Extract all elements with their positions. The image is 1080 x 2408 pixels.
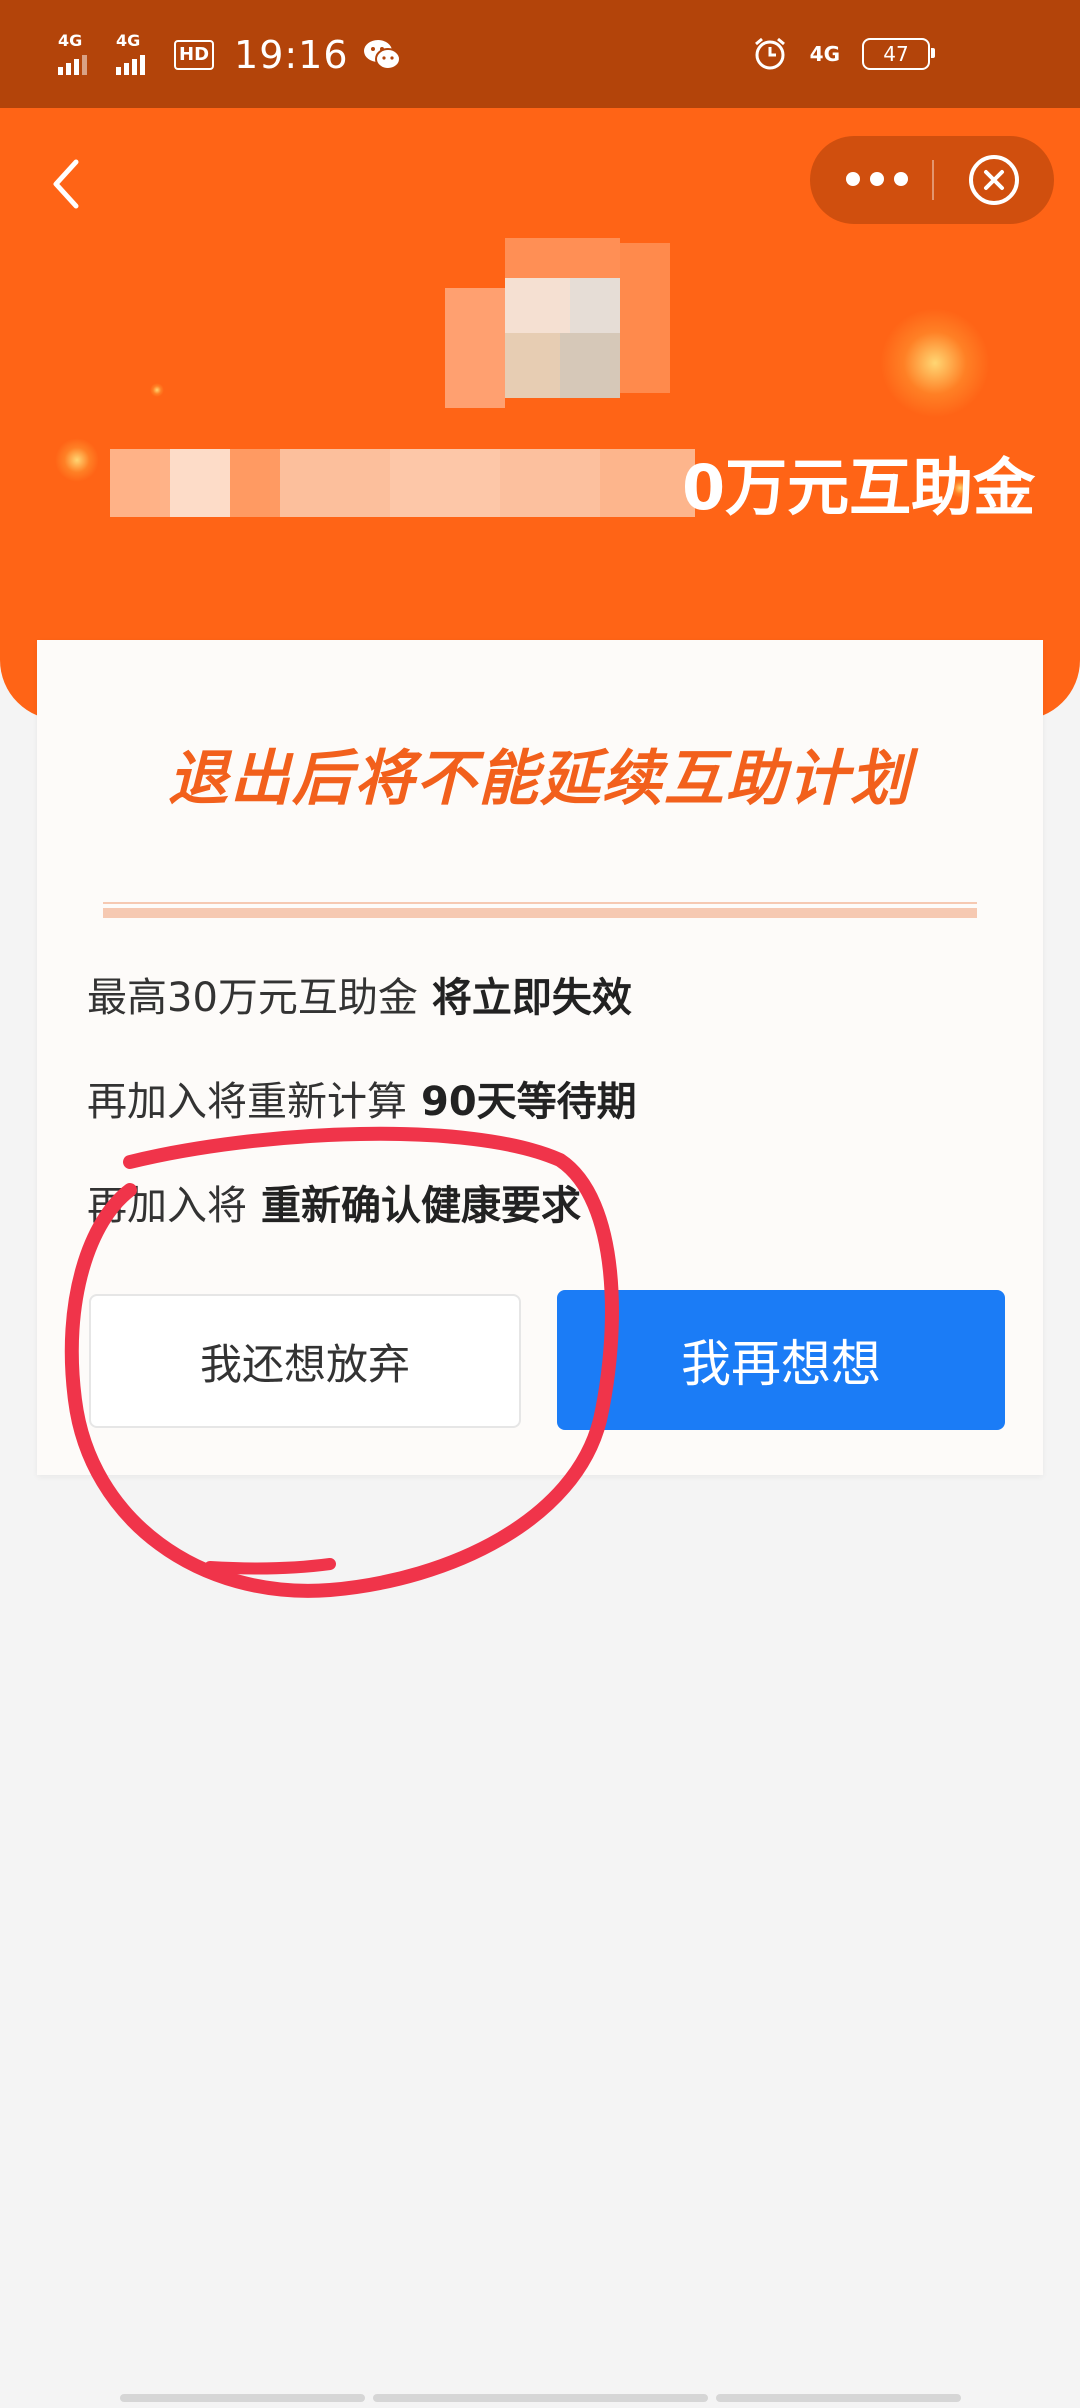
warning-line-emphasis: 将立即失效 (431, 975, 632, 1021)
capsule-divider (932, 160, 934, 200)
blurred-text (390, 449, 500, 517)
battery-icon: 47 (862, 38, 935, 70)
plan-title: 0万元互助金 (110, 443, 1035, 543)
wechat-icon (363, 40, 401, 70)
warning-line-text: 再加入将 (87, 1183, 247, 1229)
warning-line: 再加入将重新计算 90天等待期 (87, 1072, 637, 1132)
mini-program-capsule (810, 136, 1054, 224)
hd-icon: HD (174, 40, 215, 70)
signal-icon: 4G (116, 33, 160, 77)
decorative-glow (55, 438, 99, 482)
network-type: 4G (116, 31, 141, 50)
blurred-text (600, 449, 695, 517)
status-left: 4G 4G HD 19:16 (58, 30, 401, 80)
more-icon[interactable] (846, 172, 908, 186)
blurred-text (110, 449, 170, 517)
plan-title-text: 0万元互助金 (682, 451, 1036, 524)
warning-line: 最高30万元互助金 将立即失效 (87, 968, 632, 1028)
blurred-logo (445, 228, 670, 423)
back-arrow-icon[interactable] (42, 148, 90, 220)
blurred-text (500, 449, 600, 517)
header-banner: 0万元互助金 (0, 108, 1080, 720)
status-right: 4G 47 (752, 36, 935, 72)
clock: 19:16 (234, 33, 349, 77)
signal-icon: 4G (58, 33, 102, 77)
warning-line-emphasis: 重新确认健康要求 (261, 1183, 581, 1229)
blurred-text (280, 449, 390, 517)
decorative-glow (150, 383, 164, 397)
gesture-bar (120, 2394, 961, 2402)
warning-line-emphasis: 90天等待期 (421, 1079, 637, 1125)
close-icon[interactable] (966, 152, 1022, 208)
title-divider (103, 902, 977, 918)
give-up-button[interactable]: 我还想放弃 (89, 1294, 521, 1428)
blurred-text (230, 449, 280, 517)
blurred-text (170, 449, 230, 517)
alarm-icon (754, 37, 785, 70)
warning-title: 退出后将不能延续互助计划 (168, 744, 912, 814)
decorative-glow (880, 308, 990, 418)
warning-line-text: 再加入将重新计算 (87, 1079, 407, 1125)
battery-level: 47 (883, 42, 909, 66)
warning-line-text: 最高30万元互助金 (87, 975, 418, 1021)
network-type: 4G (809, 42, 840, 66)
status-bar: 4G 4G HD 19:16 4G 47 (0, 0, 1080, 108)
network-type: 4G (58, 31, 83, 50)
warning-line: 再加入将 重新确认健康要求 (87, 1176, 581, 1236)
exit-warning-card: 退出后将不能延续互助计划 最高30万元互助金 将立即失效 再加入将重新计算 90天等… (37, 640, 1043, 1475)
think-again-button[interactable]: 我再想想 (557, 1290, 1005, 1430)
